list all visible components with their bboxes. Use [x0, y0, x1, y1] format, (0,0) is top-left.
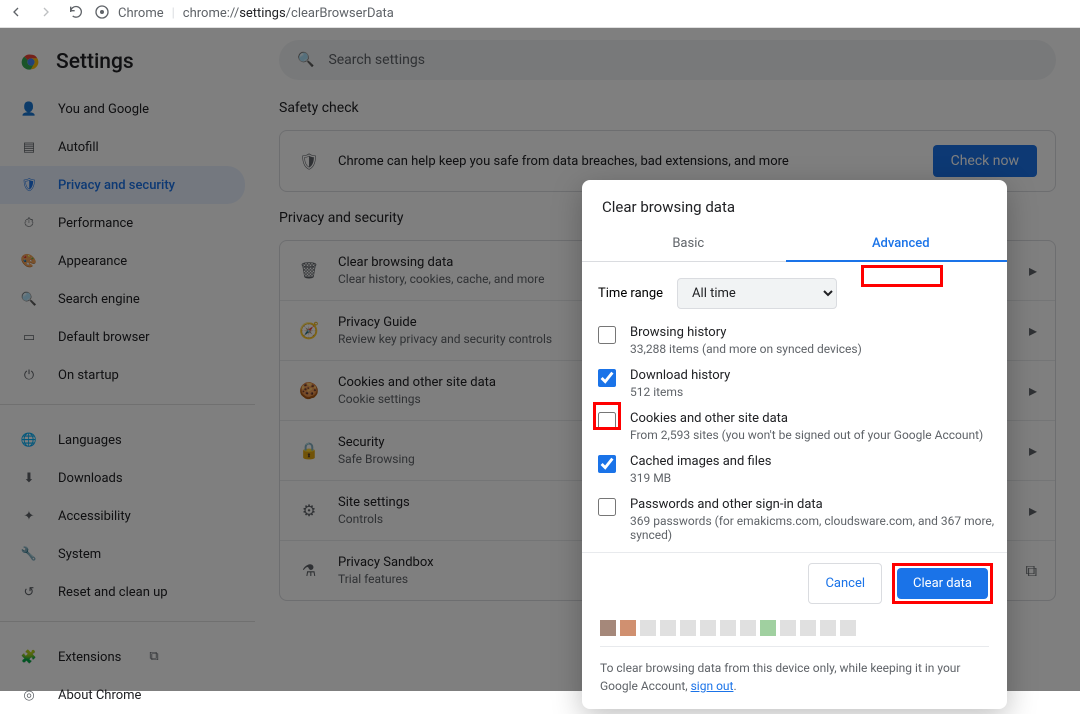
- check-cached[interactable]: Cached images and files319 MB: [598, 448, 999, 491]
- browser-toolbar: Chrome | chrome://settings/clearBrowserD…: [0, 0, 1080, 28]
- check-passwords[interactable]: Passwords and other sign-in data369 pass…: [598, 491, 999, 548]
- sidebar: Settings 👤You and Google ▤Autofill 🛡Priv…: [0, 28, 255, 691]
- url-app-label: Chrome: [118, 6, 164, 21]
- sidebar-item-reset[interactable]: ↺Reset and clean up: [0, 573, 245, 611]
- chevron-right-icon: ▸: [1029, 261, 1037, 280]
- sidebar-item-downloads[interactable]: ⬇Downloads: [0, 459, 245, 497]
- checkbox-browsing-history[interactable]: [598, 326, 616, 344]
- power-icon: ⏻: [20, 366, 38, 384]
- reset-icon: ↺: [20, 583, 38, 601]
- url-text[interactable]: chrome://settings/clearBrowserData: [183, 6, 394, 21]
- chevron-right-icon: ▸: [1029, 441, 1037, 460]
- chrome-logo-icon: [20, 51, 42, 73]
- sidebar-item-privacy[interactable]: 🛡Privacy and security: [0, 166, 245, 204]
- trash-icon: 🗑: [298, 260, 320, 282]
- time-range-select[interactable]: All time: [677, 278, 837, 309]
- checkbox-cookies[interactable]: [598, 412, 616, 430]
- check-browsing-history[interactable]: Browsing history33,288 items (and more o…: [598, 319, 999, 362]
- section-safety-title: Safety check: [279, 100, 1056, 116]
- chrome-icon: ◎: [20, 686, 38, 704]
- sidebar-item-system[interactable]: 🔧System: [0, 535, 245, 573]
- search-placeholder: Search settings: [328, 52, 425, 68]
- sidebar-item-on-startup[interactable]: ⏻On startup: [0, 356, 245, 394]
- browser-icon: ▭: [20, 328, 38, 346]
- checkbox-cached[interactable]: [598, 455, 616, 473]
- sidebar-item-default-browser[interactable]: ▭Default browser: [0, 318, 245, 356]
- highlight-clear-button: Clear data: [892, 563, 993, 604]
- cookie-icon: 🍪: [298, 380, 320, 402]
- tab-basic[interactable]: Basic: [582, 226, 795, 261]
- accessibility-icon: ✦: [20, 507, 38, 525]
- cancel-button[interactable]: Cancel: [808, 563, 882, 604]
- clear-browsing-data-dialog: Clear browsing data Basic Advanced Time …: [582, 180, 1007, 709]
- external-link-icon: ⧉: [1026, 561, 1037, 581]
- blurred-avatar-row: [600, 620, 989, 636]
- reload-icon[interactable]: [68, 4, 84, 24]
- speed-icon: ⏱: [20, 214, 38, 232]
- sidebar-item-performance[interactable]: ⏱Performance: [0, 204, 245, 242]
- search-icon: 🔍: [20, 290, 38, 308]
- time-range-label: Time range: [598, 286, 663, 301]
- back-icon[interactable]: [8, 4, 24, 24]
- page-title: Settings: [56, 50, 134, 74]
- checkbox-passwords[interactable]: [598, 498, 616, 516]
- sidebar-item-about[interactable]: ◎About Chrome: [0, 676, 245, 714]
- forward-icon[interactable]: [38, 4, 54, 24]
- sidebar-item-accessibility[interactable]: ✦Accessibility: [0, 497, 245, 535]
- check-cookies[interactable]: Cookies and other site dataFrom 2,593 si…: [598, 405, 999, 448]
- sidebar-item-autofill[interactable]: ▤Autofill: [0, 128, 245, 166]
- external-link-icon: ⧉: [149, 649, 165, 665]
- palette-icon: 🎨: [20, 252, 38, 270]
- sidebar-item-extensions[interactable]: 🧩Extensions⧉: [0, 638, 245, 676]
- security-icon: 🔒: [298, 440, 320, 462]
- dialog-title: Clear browsing data: [582, 180, 1007, 226]
- search-input[interactable]: 🔍 Search settings: [279, 40, 1056, 80]
- dialog-footer-note: To clear browsing data from this device …: [600, 646, 989, 695]
- chevron-right-icon: ▸: [1029, 501, 1037, 520]
- search-icon: 🔍: [297, 52, 314, 68]
- tune-icon: ⚙: [298, 500, 320, 522]
- flask-icon: ⚗: [298, 560, 320, 582]
- chevron-right-icon: ▸: [1029, 321, 1037, 340]
- check-now-button[interactable]: Check now: [933, 145, 1037, 177]
- sidebar-item-languages[interactable]: 🌐Languages: [0, 421, 245, 459]
- person-icon: 👤: [20, 100, 38, 118]
- download-icon: ⬇: [20, 469, 38, 487]
- shield-icon: 🛡: [20, 176, 38, 194]
- extension-icon: 🧩: [20, 648, 38, 666]
- shield-check-icon: 🛡: [298, 150, 320, 172]
- tab-advanced[interactable]: Advanced: [795, 226, 1008, 261]
- checkbox-download-history[interactable]: [598, 369, 616, 387]
- sidebar-item-search-engine[interactable]: 🔍Search engine: [0, 280, 245, 318]
- chevron-right-icon: ▸: [1029, 381, 1037, 400]
- site-info-icon[interactable]: [94, 4, 110, 24]
- sidebar-item-appearance[interactable]: 🎨Appearance: [0, 242, 245, 280]
- wrench-icon: 🔧: [20, 545, 38, 563]
- dialog-tabs: Basic Advanced: [582, 226, 1007, 262]
- check-download-history[interactable]: Download history512 items: [598, 362, 999, 405]
- clear-data-button[interactable]: Clear data: [897, 568, 988, 599]
- sidebar-item-you-and-google[interactable]: 👤You and Google: [0, 90, 245, 128]
- globe-icon: 🌐: [20, 431, 38, 449]
- compass-icon: 🧭: [298, 320, 320, 342]
- autofill-icon: ▤: [20, 138, 38, 156]
